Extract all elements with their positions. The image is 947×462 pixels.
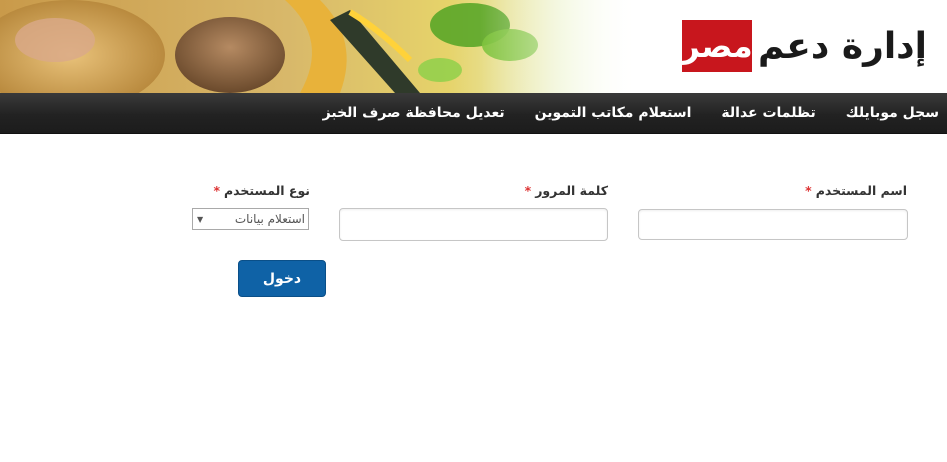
username-required-mark: * [805,183,812,198]
logo-red-box: مصر [681,20,753,72]
header: مصر إدارة دعم [0,0,947,93]
header-banner-image [0,0,640,93]
nav-item-bread-governorate[interactable]: تعديل محافظة صرف الخبز [323,105,505,121]
nav-item-justice-complaints[interactable]: تظلمات عدالة [721,105,815,121]
site-logo[interactable]: مصر إدارة دعم [681,18,927,74]
username-input[interactable] [638,209,908,240]
user-type-select[interactable]: ▼ استعلام بيانات [192,208,309,230]
username-label: اسم المستخدم* [805,183,907,198]
password-label: كلمة المرور* [525,183,608,198]
chevron-down-icon: ▼ [197,214,204,224]
password-label-text: كلمة المرور [535,183,608,198]
password-input[interactable] [339,208,608,241]
user-type-required-mark: * [213,183,220,198]
password-required-mark: * [524,183,532,198]
user-type-selected-value: استعلام بيانات [234,212,305,226]
user-type-label-text: نوع المستخدم [224,183,310,198]
nav-item-supply-offices[interactable]: استعلام مكاتب التموين [535,105,692,121]
logo-text: إدارة دعم [758,25,927,67]
user-type-label: نوع المستخدم * [213,183,310,198]
nav-item-register-mobile[interactable]: سجل موبايلك [846,105,939,121]
main-nav: سجل موبايلك تظلمات عدالة استعلام مكاتب ا… [0,93,947,134]
login-button[interactable]: دخول [238,260,326,297]
username-label-text: اسم المستخدم [815,183,907,198]
